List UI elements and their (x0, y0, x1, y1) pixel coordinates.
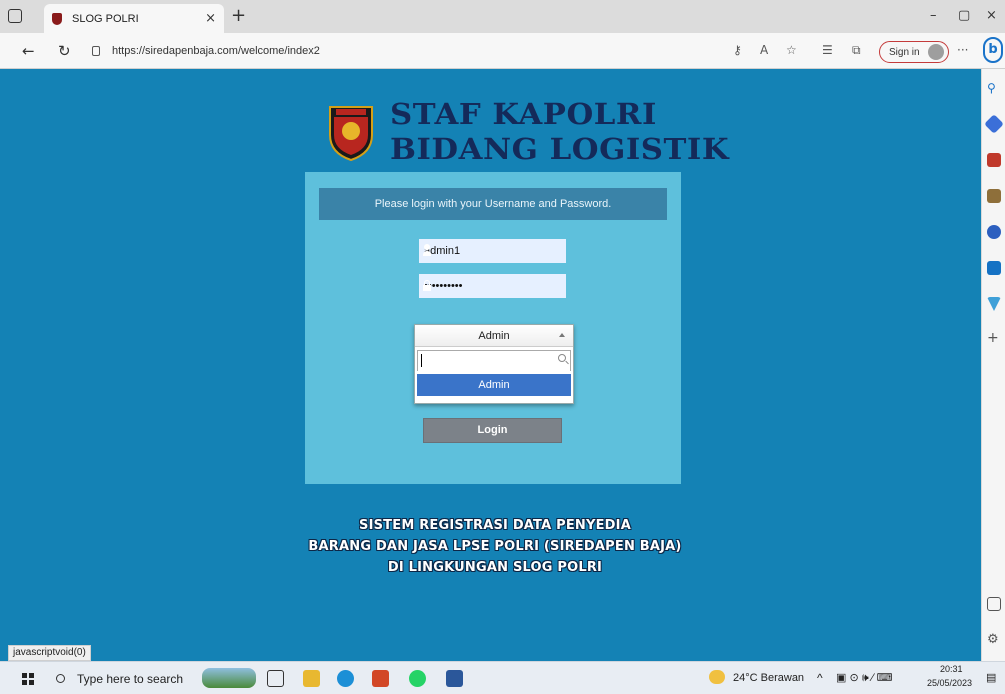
tray-chevron-up-icon[interactable]: ^ (817, 671, 823, 685)
footer-line-1: SISTEM REGISTRASI DATA PENYEDIA (359, 518, 631, 533)
microsoft-365-icon[interactable] (987, 225, 1001, 239)
taskbar-search-placeholder: Type here to search (77, 671, 184, 686)
sidebar-search-icon[interactable]: ⚲ (987, 81, 1001, 95)
favorite-star-icon[interactable]: ☆ (786, 43, 797, 57)
drop-icon[interactable] (987, 297, 1001, 311)
weather-text[interactable]: 24°C Berawan (733, 672, 804, 684)
link-status-bar: javascriptvoid(0) (8, 645, 91, 661)
search-icon (558, 354, 566, 362)
outlook-icon[interactable] (987, 261, 1001, 275)
favorites-list-icon[interactable]: ☰ (822, 43, 833, 57)
username-input[interactable] (419, 239, 566, 263)
close-window-button[interactable]: × (986, 8, 997, 23)
system-description: SISTEM REGISTRASI DATA PENYEDIA BARANG D… (0, 515, 990, 578)
refresh-icon[interactable]: ↻ (58, 42, 71, 60)
footer-line-3: DI LINGKUNGAN SLOG POLRI (387, 560, 603, 575)
password-input[interactable] (419, 274, 566, 298)
task-view-icon[interactable] (267, 670, 284, 687)
address-bar: ← ↻ https://siredapenbaja.com/welcome/in… (0, 33, 1005, 69)
sign-in-button[interactable]: Sign in (879, 41, 949, 63)
profile-avatar-icon (928, 44, 944, 60)
browser-tab-bar: SLOG POLRI × + – ▢ × (0, 0, 1005, 33)
site-info-lock-icon[interactable] (92, 46, 100, 56)
password-field (419, 274, 566, 298)
tab-title: SLOG POLRI (72, 12, 139, 25)
site-favicon-icon (52, 12, 62, 25)
role-select-toggle[interactable]: Admin (415, 325, 573, 347)
username-field (419, 239, 566, 263)
add-sidebar-app-icon[interactable]: + (987, 331, 1001, 345)
chevron-up-icon (559, 333, 565, 337)
notifications-icon[interactable]: ▤ (986, 671, 996, 684)
tab-actions-icon[interactable] (8, 9, 22, 23)
login-page: STAF KAPOLRI BIDANG LOGISTIK Please logi… (0, 69, 981, 661)
key-icon[interactable]: ⚷ (733, 43, 742, 57)
landscape-widget-icon[interactable] (202, 668, 256, 688)
page-title-line1: STAF KAPOLRI (390, 97, 657, 131)
shopping-tag-icon[interactable] (984, 114, 1004, 134)
text-caret (421, 354, 422, 367)
role-selected-value: Admin (478, 330, 510, 342)
sidebar-settings-gear-icon[interactable]: ⚙ (987, 633, 1001, 647)
taskbar-search-icon (56, 674, 65, 683)
login-notice: Please login with your Username and Pass… (319, 188, 667, 220)
edge-browser-icon[interactable] (337, 670, 354, 687)
logistik-shield-logo-icon (329, 106, 373, 161)
login-button[interactable]: Login (423, 418, 562, 443)
restore-button[interactable]: ▢ (958, 8, 970, 23)
tab-slog-polri[interactable]: SLOG POLRI × (44, 4, 224, 33)
role-search-input[interactable] (418, 353, 570, 373)
back-arrow-icon[interactable]: ← (22, 42, 35, 60)
clock-date[interactable]: 25/05/2023 (927, 678, 972, 688)
minimize-button[interactable]: – (930, 8, 937, 23)
powerpoint-icon[interactable] (372, 670, 389, 687)
footer-line-2: BARANG DAN JASA LPSE POLRI (SIREDAPEN BA… (308, 539, 682, 554)
login-panel: Please login with your Username and Pass… (305, 172, 681, 484)
clock-time[interactable]: 20:31 (940, 664, 963, 674)
file-explorer-icon[interactable] (303, 670, 320, 687)
url-field[interactable]: https://siredapenbaja.com/welcome/index2 (92, 40, 722, 62)
windows-start-icon[interactable] (22, 673, 34, 685)
tab-close-icon[interactable]: × (205, 11, 216, 26)
bing-copilot-icon[interactable]: b (983, 37, 1003, 63)
weather-cloud-icon[interactable] (709, 670, 725, 684)
collections-icon[interactable]: ⧉ (852, 43, 861, 58)
word-icon[interactable] (446, 670, 463, 687)
edge-sidebar: ⚲ + ⚙ (981, 69, 1005, 661)
sign-in-label: Sign in (889, 46, 920, 58)
more-options-icon[interactable]: ··· (957, 43, 968, 57)
role-search-box[interactable] (417, 350, 571, 373)
read-aloud-icon[interactable]: A (760, 43, 768, 57)
windows-taskbar: Type here to search 24°C Berawan ^ ▣ ⊙ 🕪… (0, 661, 1005, 694)
games-icon[interactable] (987, 189, 1001, 203)
tools-icon[interactable] (987, 153, 1001, 167)
tray-icons[interactable]: ▣ ⊙ 🕪 ∕ ⌨ (836, 671, 892, 685)
role-select[interactable]: Admin Admin (414, 324, 574, 404)
new-tab-button[interactable]: + (231, 5, 246, 26)
hide-sidebar-icon[interactable] (987, 597, 1001, 611)
url-text: https://siredapenbaja.com/welcome/index2 (112, 45, 320, 57)
role-option-admin[interactable]: Admin (417, 374, 571, 396)
page-title-line2: BIDANG LOGISTIK (390, 132, 730, 166)
whatsapp-icon[interactable] (409, 670, 426, 687)
